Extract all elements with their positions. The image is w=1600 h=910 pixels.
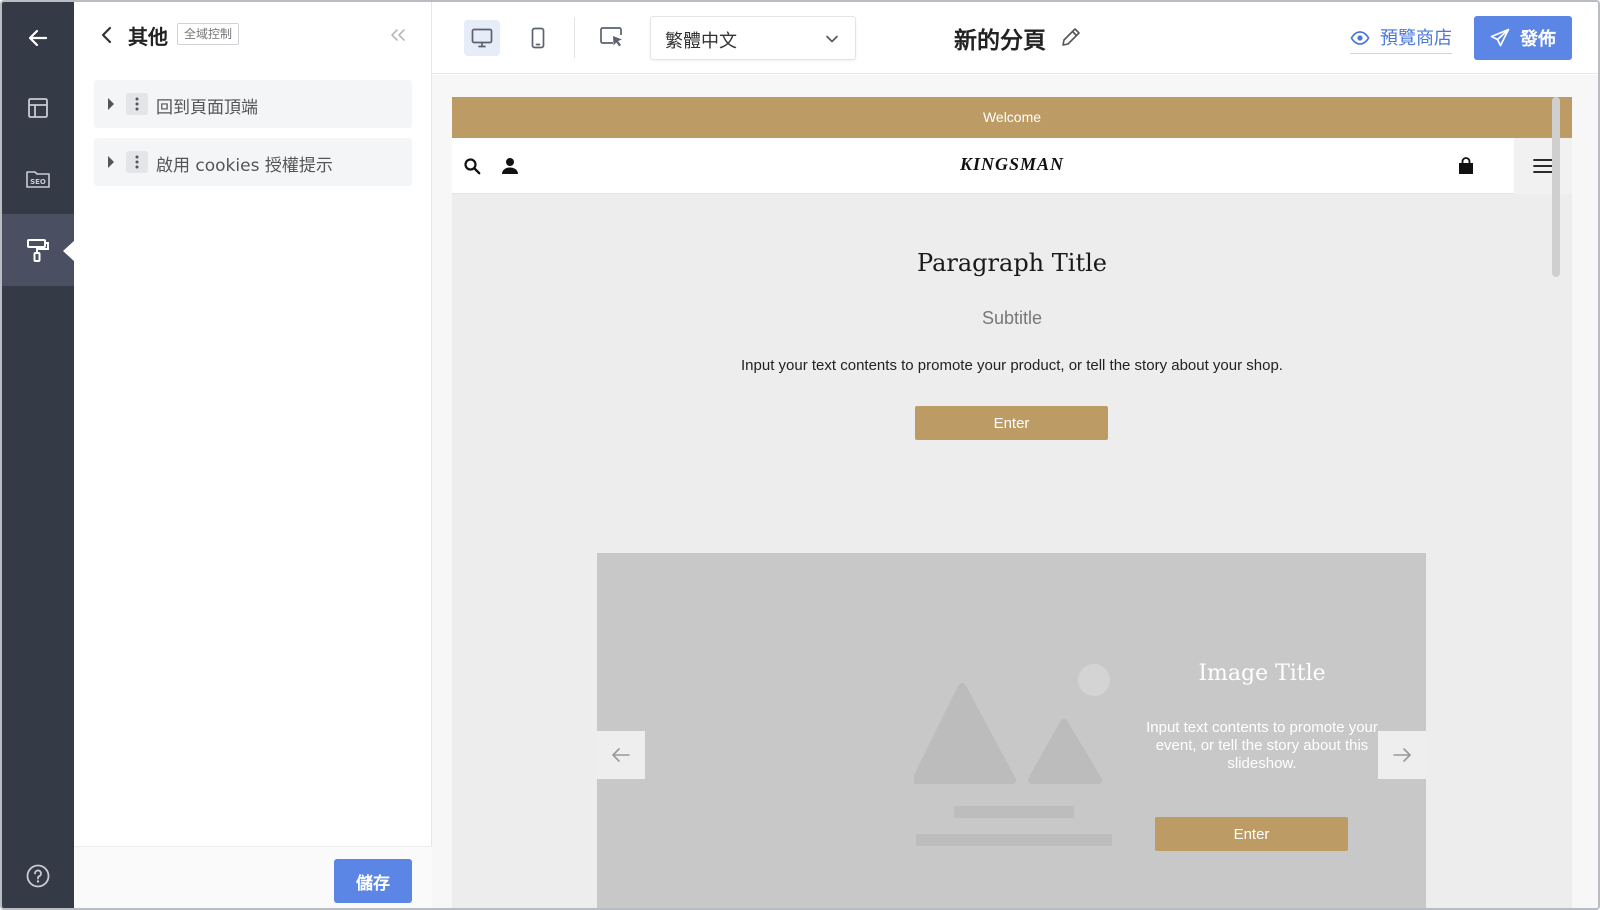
eye-icon: [1350, 31, 1370, 45]
settings-panel: 其他 全域控制 回到頁面頂端 啟用 cookies 授權提示 儲存: [74, 2, 432, 908]
preview-scrollbar[interactable]: [1552, 97, 1560, 277]
language-select[interactable]: 繁體中文: [650, 16, 856, 60]
mobile-view-button[interactable]: [520, 20, 556, 56]
accordion-item-back-to-top[interactable]: 回到頁面頂端: [94, 80, 412, 128]
global-control-badge: 全域控制: [177, 23, 240, 45]
hamburger-menu-icon: [1533, 159, 1553, 173]
panel-header: 其他 全域控制: [74, 2, 432, 68]
layout-icon: [28, 98, 48, 118]
select-element-button[interactable]: [594, 20, 630, 56]
language-value: 繁體中文: [665, 31, 737, 52]
panel-footer: 儲存: [74, 846, 432, 908]
accordion-label: 回到頁面頂端: [156, 98, 258, 118]
edit-pencil-icon[interactable]: [1060, 26, 1082, 48]
icon-rail: SEO: [2, 2, 75, 908]
slide-text: Input text contents to promote your even…: [1146, 719, 1378, 772]
caret-right-icon[interactable]: [108, 98, 114, 110]
site-menu-button[interactable]: [1514, 138, 1572, 194]
paragraph-subtitle: Subtitle: [981, 308, 1043, 328]
site-header: KINGSMAN: [452, 138, 1572, 194]
chevron-down-icon: [826, 35, 838, 43]
mobile-icon: [531, 27, 545, 49]
slide-enter-button[interactable]: Enter: [1155, 817, 1348, 851]
editor-window: SEO 其他 全域控制 回到頁面頂端 啟用 cookies 授權提示 儲存 繁體…: [0, 0, 1600, 910]
page-title: 新的分頁: [954, 28, 1046, 54]
accordion-item-cookies[interactable]: 啟用 cookies 授權提示: [94, 138, 412, 186]
publish-label: 發佈: [1520, 29, 1556, 50]
slide-prev-button[interactable]: [597, 731, 645, 779]
desktop-icon: [471, 28, 493, 48]
announcement-bar[interactable]: Welcome: [452, 97, 1572, 138]
arrow-left-icon: [612, 748, 630, 762]
image-placeholder-icon: [914, 664, 1112, 846]
paragraph-enter-button[interactable]: Enter: [915, 406, 1108, 440]
save-button[interactable]: 儲存: [334, 859, 412, 903]
slide-title: Image Title: [1198, 661, 1326, 686]
help-button[interactable]: [2, 840, 74, 908]
panel-title: 其他: [128, 25, 168, 49]
site-preview: Welcome KINGSMAN Paragraph Title Subtitl…: [452, 97, 1572, 908]
chevron-left-icon[interactable]: [96, 24, 118, 46]
preview-store-link[interactable]: 預覽商店: [1350, 24, 1452, 54]
accordion-label: 啟用 cookies 授權提示: [156, 156, 333, 176]
send-icon: [1490, 28, 1510, 47]
paint-roller-icon: [27, 239, 49, 262]
theme-design-button[interactable]: [2, 214, 75, 286]
desktop-view-button[interactable]: [464, 20, 500, 56]
arrow-right-icon: [1393, 748, 1411, 762]
preview-store-label: 預覽商店: [1380, 28, 1452, 49]
paragraph-title: Paragraph Title: [917, 249, 1107, 277]
editor-topbar: 繁體中文 新的分頁 預覽商店 發佈: [432, 2, 1598, 74]
paragraph-body: Input your text contents to promote your…: [741, 357, 1283, 374]
layout-button[interactable]: [2, 72, 74, 144]
toolbar-divider: [574, 18, 575, 58]
seo-label: SEO: [30, 178, 46, 186]
seo-folder-icon: SEO: [26, 171, 50, 188]
collapse-panel-icon[interactable]: [386, 24, 410, 46]
help-icon: [26, 864, 50, 888]
back-arrow-icon: [28, 29, 48, 47]
drag-handle-icon[interactable]: [126, 93, 148, 115]
caret-right-icon[interactable]: [108, 156, 114, 168]
seo-button[interactable]: SEO: [2, 142, 74, 214]
shopping-bag-icon: [1459, 157, 1473, 174]
slideshow: Image Title Input text contents to promo…: [597, 553, 1426, 908]
cursor-select-icon: [600, 27, 622, 47]
publish-button[interactable]: 發佈: [1474, 16, 1572, 60]
back-button[interactable]: [2, 2, 74, 74]
site-logo[interactable]: KINGSMAN: [452, 154, 1572, 175]
site-cart-button[interactable]: [1454, 138, 1478, 194]
drag-handle-icon[interactable]: [126, 151, 148, 173]
